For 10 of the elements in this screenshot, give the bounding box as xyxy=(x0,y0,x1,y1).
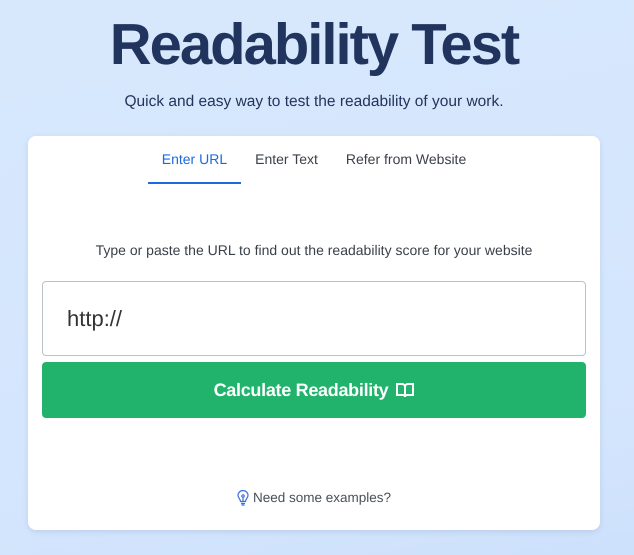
lightbulb-icon xyxy=(236,490,249,506)
tab[interactable]: Enter Text xyxy=(241,136,332,184)
page-subtitle: Quick and easy way to test the readability of your work. xyxy=(123,92,505,112)
page-title: Readability Test xyxy=(108,16,520,74)
book-icon xyxy=(396,382,414,399)
instruction-text: Type or paste the URL to find out the readability score for your website xyxy=(94,241,534,260)
url-input-field[interactable]: http:// xyxy=(42,281,586,356)
examples-link[interactable]: Need some examples? xyxy=(252,488,392,508)
tab[interactable]: Refer from Website xyxy=(332,136,480,184)
tab[interactable]: Enter URL xyxy=(148,136,242,184)
